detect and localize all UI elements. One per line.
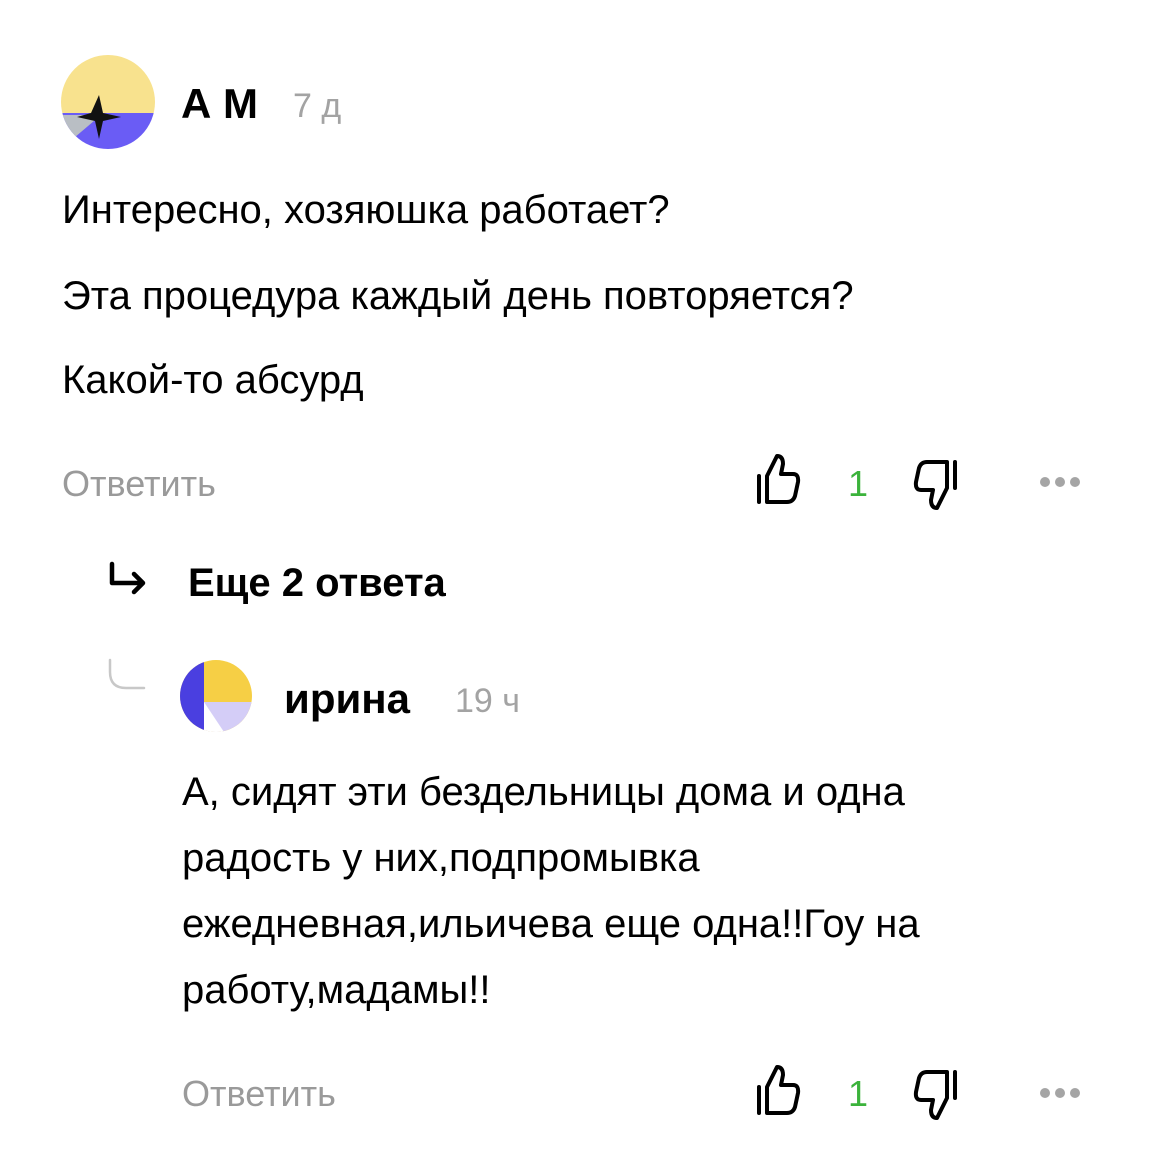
like-count: 1 [848,463,869,504]
comment-text-line: ежедневная,ильичева еще одна!!Гоу на [182,902,920,946]
author-name[interactable]: ирина [284,675,410,723]
thumbs-up-icon[interactable] [755,452,801,513]
avatar-image [180,660,252,732]
avatar[interactable] [180,660,252,732]
comment-time: 7 д [293,87,342,125]
thumbs-down-icon[interactable] [913,1066,963,1127]
reply-arrow-icon [106,561,152,602]
comment-text-line: А, сидят эти бездельницы дома и одна [182,770,905,814]
more-replies-link[interactable]: Еще 2 ответа [188,561,446,606]
avatar[interactable] [61,55,155,149]
author-name[interactable]: А М [181,80,258,128]
comment-text-line: радость у них,подпромывка [182,836,700,880]
more-dots-icon[interactable] [1040,1085,1085,1103]
comment-text-line: Интересно, хозяюшка работает? [62,188,670,232]
comment-time: 19 ч [455,682,520,720]
reply-button[interactable]: Ответить [182,1073,336,1115]
comment-text-line: Какой-то абсурд [62,358,364,402]
thumbs-up-icon[interactable] [755,1063,801,1124]
reply-button[interactable]: Ответить [62,463,216,505]
comment-text-line: Эта процедура каждый день повторяется? [62,274,854,318]
thread-connector-icon [108,658,148,699]
more-dots-icon[interactable] [1040,474,1085,492]
avatar-image [61,55,155,149]
comment-text-line: работу,мадамы!! [182,968,491,1012]
like-count: 1 [848,1073,869,1114]
thumbs-down-icon[interactable] [913,456,963,517]
